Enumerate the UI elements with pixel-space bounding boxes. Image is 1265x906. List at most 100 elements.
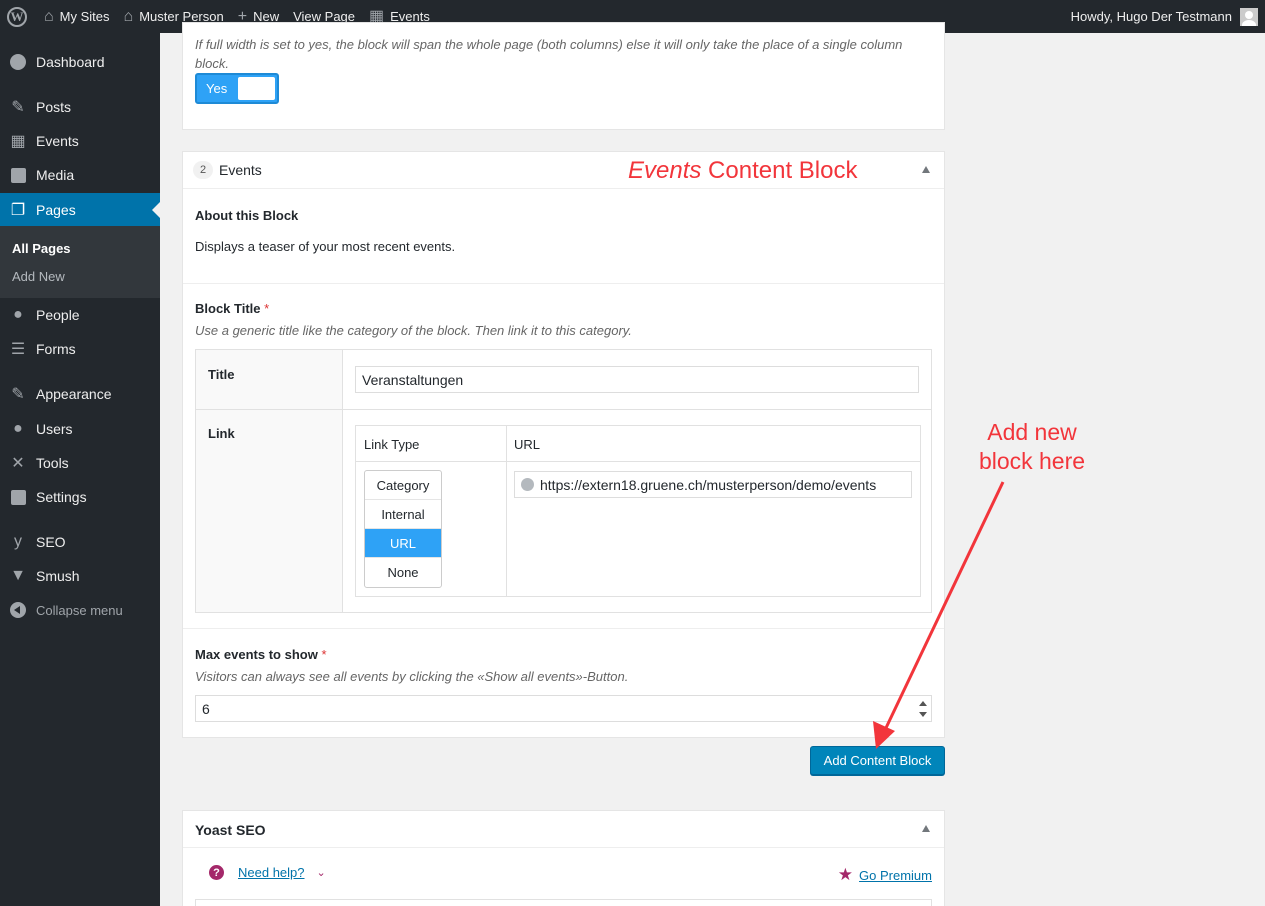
title-label: Title xyxy=(208,367,235,382)
title-input[interactable]: Veranstaltungen xyxy=(355,366,919,393)
sidebar-item-dashboard[interactable]: Dashboard xyxy=(0,45,160,79)
toggle-label: Yes xyxy=(206,81,228,96)
sidebar-item-label: SEO xyxy=(36,534,66,550)
collapse-label: Collapse menu xyxy=(36,602,123,618)
need-help-link[interactable]: Need help? xyxy=(238,865,305,880)
sidebar-item-pages[interactable]: ❐ Pages xyxy=(0,193,160,227)
max-events-label: Max events to show xyxy=(195,647,318,662)
user-icon: ● xyxy=(13,420,23,437)
divider xyxy=(183,283,944,284)
title-row-label: Title xyxy=(196,350,343,409)
sidebar-item-label: Dashboard xyxy=(36,54,105,70)
link-row-label: Link xyxy=(196,410,343,612)
home-icon: ⌂ xyxy=(123,7,134,25)
full-width-panel: If full width is set to yes, the block w… xyxy=(182,22,945,130)
full-width-description: If full width is set to yes, the block w… xyxy=(195,37,903,71)
yoast-header[interactable]: Yoast SEO xyxy=(183,811,944,848)
yoast-tabs-edge xyxy=(195,899,932,906)
link-subtable-header: Link Type URL xyxy=(356,426,920,597)
about-block-heading: About this Block xyxy=(195,208,299,223)
sidebar-item-media[interactable]: Media xyxy=(0,158,160,192)
max-events-hint: Visitors can always see all events by cl… xyxy=(195,669,629,684)
add-new-block-annotation: Add new block here xyxy=(962,418,1102,476)
sidebar-item-label: People xyxy=(36,307,80,323)
sidebar-item-settings[interactable]: Settings xyxy=(0,480,160,514)
sidebar-item-label: Smush xyxy=(36,568,80,584)
wordpress-icon: W xyxy=(7,6,27,27)
required-mark: * xyxy=(264,301,270,316)
settings-icon xyxy=(0,489,36,505)
my-sites-icon: ⌂ xyxy=(44,7,54,25)
submenu-all-pages[interactable]: All Pages xyxy=(12,241,71,256)
annotation-block-here: block here xyxy=(978,448,1086,474)
sidebar-item-seo[interactable]: y SEO xyxy=(0,525,160,559)
pages-submenu: All Pages Add New xyxy=(0,226,160,298)
url-header: URL xyxy=(514,437,541,452)
link-type-option-internal[interactable]: Internal xyxy=(365,500,441,529)
avatar xyxy=(1240,7,1258,26)
sidebar-item-people[interactable]: ● People xyxy=(0,298,160,332)
my-sites-menu[interactable]: ⌂ My Sites xyxy=(37,0,117,33)
block-title-fields: Title Veranstaltungen Link Link Type URL… xyxy=(195,349,932,613)
number-stepper[interactable] xyxy=(919,701,927,717)
toggle-knob xyxy=(238,77,275,100)
submenu-add-new[interactable]: Add New xyxy=(12,269,65,284)
divider xyxy=(183,628,944,629)
full-width-toggle[interactable]: Yes xyxy=(195,73,279,104)
sidebar-item-label: Events xyxy=(36,133,79,149)
column-divider xyxy=(506,426,507,597)
max-events-input[interactable]: 6 xyxy=(195,695,932,722)
collapse-menu-button[interactable]: Collapse menu xyxy=(0,593,160,627)
sidebar-item-smush[interactable]: ▼ Smush xyxy=(0,559,160,593)
sidebar-item-label: Forms xyxy=(36,341,76,357)
sidebar-item-label: Appearance xyxy=(36,386,112,402)
link-subtable: Link Type URL Category Internal URL None… xyxy=(355,425,921,597)
sidebar-item-label: Users xyxy=(36,421,73,437)
sidebar-item-posts[interactable]: ✎ Posts xyxy=(0,90,160,124)
collapse-arrow-icon[interactable] xyxy=(922,825,930,832)
wordpress-logo-menu[interactable]: W xyxy=(0,0,37,33)
link-type-option-none[interactable]: None xyxy=(365,558,441,587)
link-type-option-url[interactable]: URL xyxy=(365,529,441,558)
people-icon: ● xyxy=(13,306,23,323)
sidebar-item-forms[interactable]: ☰ Forms xyxy=(0,332,160,366)
dashboard-icon xyxy=(0,54,36,70)
sidebar-item-tools[interactable]: ✕ Tools xyxy=(0,446,160,480)
link-type-option-category[interactable]: Category xyxy=(365,471,441,500)
star-icon: ★ xyxy=(837,865,854,884)
block-number-badge: 2 xyxy=(193,161,213,179)
my-sites-label: My Sites xyxy=(59,9,110,24)
block-title-label: Block Title xyxy=(195,301,261,316)
sidebar-item-events[interactable]: ▦ Events xyxy=(0,124,160,158)
collapse-arrow-icon[interactable] xyxy=(922,166,930,173)
go-premium-link[interactable]: Go Premium xyxy=(859,868,932,883)
link-type-select[interactable]: Category Internal URL None xyxy=(364,470,442,588)
pages-icon: ❐ xyxy=(10,202,26,219)
add-content-block-button[interactable]: Add Content Block xyxy=(810,746,945,775)
annotation-add-new: Add new xyxy=(987,419,1077,445)
chevron-down-icon[interactable]: ⌄ xyxy=(317,866,326,879)
account-menu[interactable]: Howdy, Hugo Der Testmann xyxy=(1070,7,1265,26)
url-input[interactable]: https://extern18.gruene.ch/musterperson/… xyxy=(514,471,912,498)
howdy-label: Howdy, Hugo Der Testmann xyxy=(1070,9,1232,24)
url-value: https://extern18.gruene.ch/musterperson/… xyxy=(540,476,877,493)
sidebar-item-label: Tools xyxy=(36,455,69,471)
sidebar-item-users[interactable]: ● Users xyxy=(0,412,160,446)
max-events-heading: Max events to show * xyxy=(195,647,327,662)
block-title: Events xyxy=(219,162,262,178)
link-label: Link xyxy=(208,426,235,441)
max-events-value: 6 xyxy=(202,700,210,717)
sidebar-item-label: Pages xyxy=(36,202,76,218)
events-block-annotation: Events Content Block xyxy=(628,157,857,185)
admin-sidebar: Dashboard ✎ Posts ▦ Events Media ❐ Pages… xyxy=(0,33,160,906)
block-title-heading: Block Title * xyxy=(195,301,269,316)
block-title-hint: Use a generic title like the category of… xyxy=(195,323,632,338)
sidebar-item-appearance[interactable]: ✎ Appearance xyxy=(0,377,160,411)
question-icon: ? xyxy=(209,865,224,880)
yoast-seo-panel: Yoast SEO ? Need help? ⌄ ★ Go Premium xyxy=(182,810,945,906)
pin-icon: ✎ xyxy=(11,99,25,116)
link-type-header: Link Type xyxy=(364,437,420,452)
yoast-help: ? Need help? ⌄ xyxy=(209,865,326,880)
events-block-panel: 2 Events About this Block Displays a tea… xyxy=(182,151,945,738)
calendar-icon: ▦ xyxy=(10,133,26,150)
